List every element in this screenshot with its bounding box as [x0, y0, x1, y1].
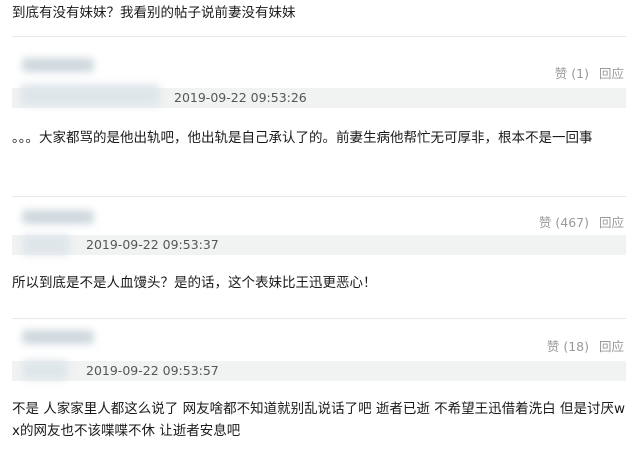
blurred-username [22, 58, 94, 72]
blurred-username [22, 210, 94, 224]
comment-actions: 赞 (467) 回应 [539, 212, 624, 231]
blurred-avatar [22, 235, 70, 255]
like-button[interactable]: 赞 (1) [555, 66, 589, 81]
comment-text: 所以到底是不是人血馒头？是的话，这个表妹比王迅更恶心！ [12, 275, 377, 291]
blurred-avatar [22, 360, 68, 380]
like-button[interactable]: 赞 (467) [539, 215, 589, 230]
blurred-avatar [20, 84, 160, 106]
reply-button[interactable]: 回应 [599, 339, 624, 354]
comment-actions: 赞 (18) 回应 [547, 336, 624, 355]
reply-button[interactable]: 回应 [599, 215, 624, 230]
comment-divider [12, 36, 626, 37]
previous-comment-text: 到底有没有妹妹？我看别的帖子说前妻没有妹妹 [12, 5, 296, 21]
like-button[interactable]: 赞 (18) [547, 339, 589, 354]
comment-timestamp: 2019-09-22 09:53:26 [174, 90, 307, 105]
comment-actions: 赞 (1) 回应 [555, 63, 624, 82]
comment-text: 。。。大家都骂的是他出轨吧，他出轨是自己承认了的。前妻生病他帮忙无可厚非，根本不… [12, 130, 593, 146]
reply-button[interactable]: 回应 [599, 66, 624, 81]
blurred-username [22, 330, 94, 344]
comment-timestamp: 2019-09-22 09:53:57 [86, 363, 219, 378]
comment-text: 不是 人家家里人都这么说了 网友啥都不知道就别乱说话了吧 逝者已逝 不希望王迅借… [12, 401, 625, 439]
comment-timestamp: 2019-09-22 09:53:37 [86, 237, 219, 252]
comment-divider [12, 318, 626, 319]
comment-divider [12, 196, 626, 197]
